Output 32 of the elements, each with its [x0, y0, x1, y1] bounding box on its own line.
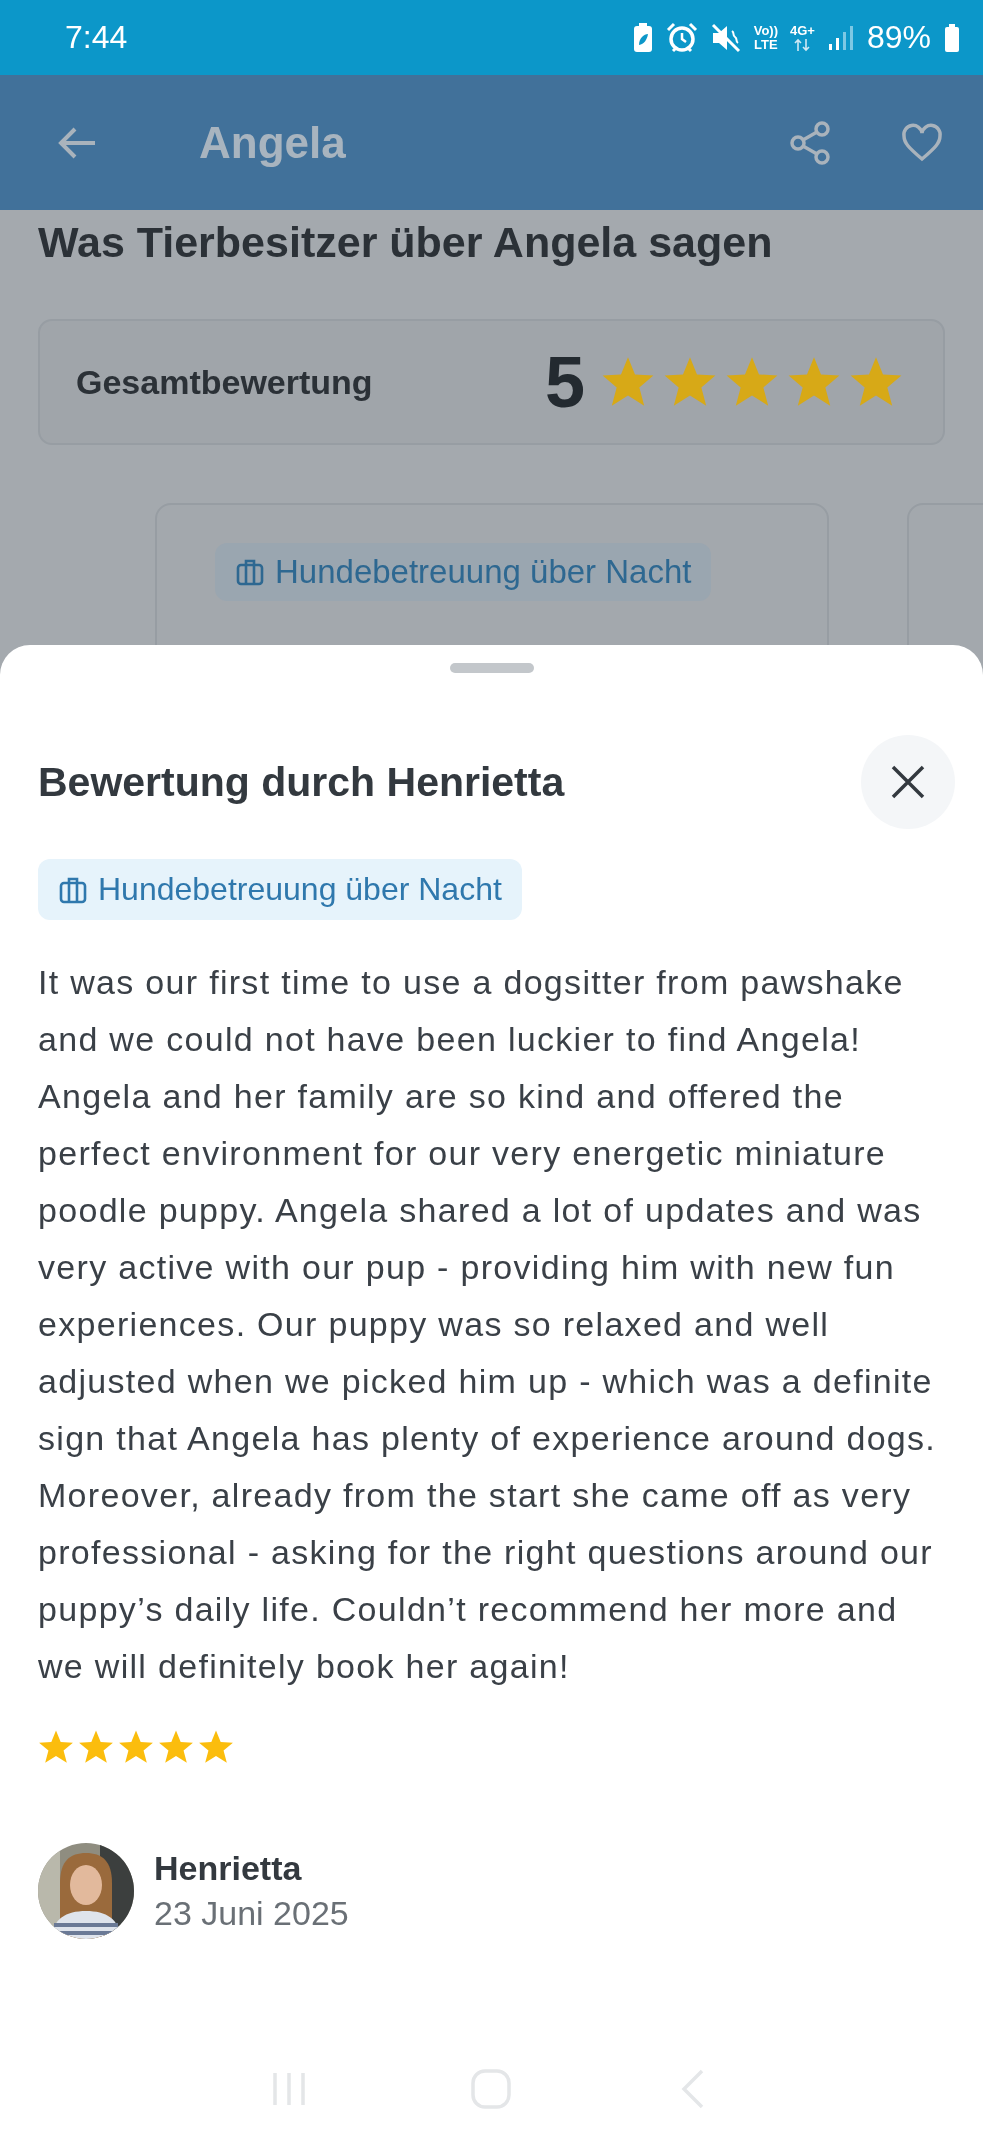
sheet-title: Bewertung durch Henrietta — [38, 758, 566, 806]
heart-icon — [901, 122, 943, 163]
rating-label: Gesamtbewertung — [76, 362, 373, 402]
star-icon — [118, 1729, 154, 1765]
suitcase-icon — [235, 557, 265, 587]
star-icon — [38, 1729, 74, 1765]
data-arrows-icon — [793, 37, 812, 52]
volte-label: LTE — [754, 37, 778, 52]
battery-saver-icon — [631, 21, 654, 54]
section-heading: Was Tierbesitzer über Angela sagen — [38, 218, 774, 267]
service-tag: Hundebetreuung über Nacht — [38, 859, 522, 920]
star-icon — [78, 1729, 114, 1765]
close-icon — [890, 764, 926, 800]
drag-handle[interactable] — [449, 663, 534, 673]
clock-time: 7:44 — [65, 19, 128, 56]
battery-percent: 89% — [866, 19, 931, 56]
battery-icon — [943, 22, 961, 53]
review-date: 23 Juni 2025 — [154, 1894, 349, 1933]
volte-label: Vo)) — [753, 23, 778, 38]
mute-icon — [709, 21, 742, 54]
star-icon — [158, 1729, 194, 1765]
reviewer-name: Henrietta — [154, 1849, 303, 1888]
share-icon — [789, 120, 831, 165]
network-label: 4G+ — [790, 23, 815, 38]
alarm-icon — [665, 21, 698, 54]
home-icon[interactable] — [469, 2067, 514, 2111]
service-tag: Hundebetreuung über Nacht — [215, 543, 712, 601]
rating-score: 5 — [544, 341, 585, 423]
star-icon — [198, 1729, 234, 1765]
review-text: It was our first time to use a dogsitter from pawshake and we could not have been luckier to find Angela! Angela and her family are so kind and offered the perfect environment for our very energetic miniature poodle puppy. Angela shared a lot of updates and was very active with our pup - providing him with new fun experiences. Our puppy was so relaxed and well adjusted when we picked him up - which was a definite sign that Angela has plenty of experience around dogs. Moreover, already from the start she came off as very professional - asking for the right questions around our puppy’s daily life. Couldn’t recommend her more and we will definitely book her again! — [38, 962, 938, 1687]
page-title: Angela — [199, 117, 346, 168]
signal-icon — [826, 23, 855, 52]
